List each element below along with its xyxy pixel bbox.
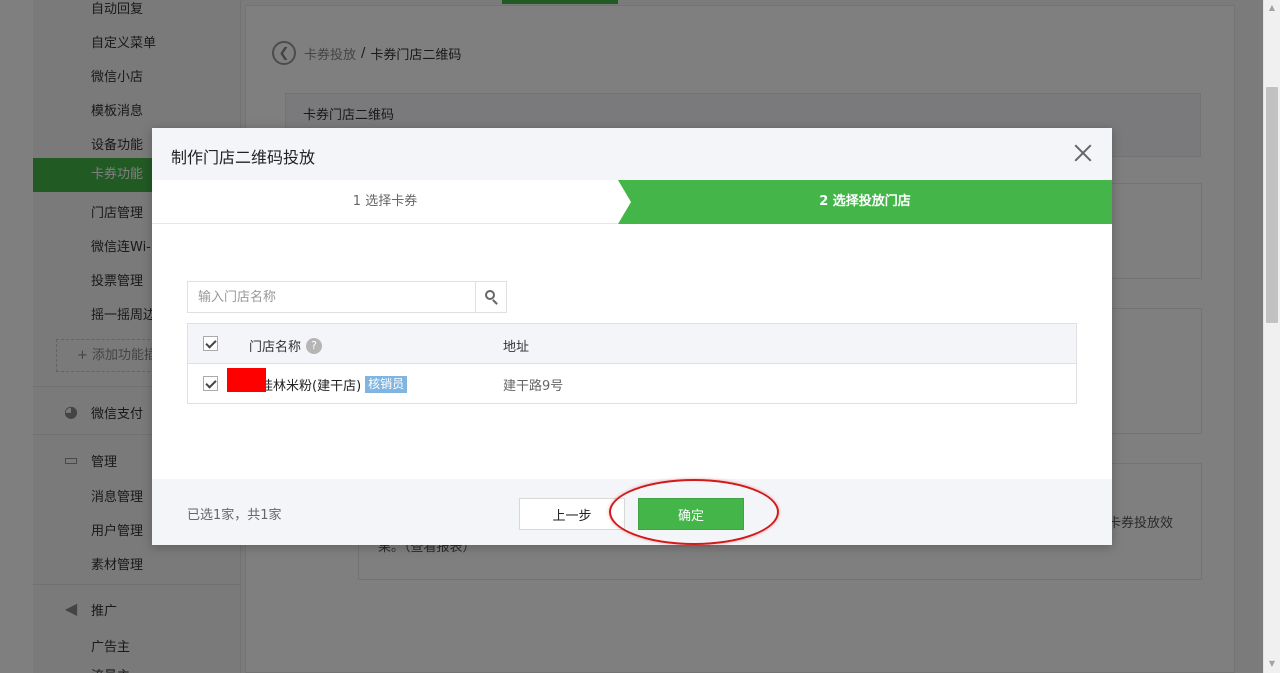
- annotation-highlight-ring: [609, 479, 779, 545]
- dialog-title: 制作门店二维码投放: [171, 148, 316, 167]
- verifier-badge: 核销员: [365, 376, 408, 393]
- selection-count: 已选1家，共1家: [187, 508, 282, 523]
- scroll-up-icon[interactable]: ▲: [1267, 3, 1277, 13]
- select-all-checkbox[interactable]: [203, 336, 218, 351]
- column-header-store-name: 门店名称 ?: [249, 336, 323, 355]
- column-header-address: 地址: [503, 340, 530, 355]
- scrollbar-thumb[interactable]: [1266, 87, 1278, 323]
- store-name-cell: 桂林米粉(建干店) 核销员: [260, 375, 408, 394]
- store-name: 桂林米粉(建干店): [260, 379, 362, 394]
- row-checkbox[interactable]: [203, 376, 218, 391]
- store-search: [187, 281, 507, 313]
- store-search-input[interactable]: [188, 282, 476, 312]
- store-qrcode-dialog: 制作门店二维码投放 1 选择卡券 2 选择投放门店 门店名称 ? 地址 桂林米粉…: [152, 128, 1112, 545]
- table-row[interactable]: 桂林米粉(建干店) 核销员 建干路9号: [188, 364, 1076, 403]
- column-header-label: 门店名称: [249, 340, 302, 355]
- table-header: 门店名称 ? 地址: [188, 324, 1076, 364]
- step-select-store: 2 选择投放门店: [618, 180, 1112, 224]
- redaction-block: [227, 368, 266, 392]
- help-icon[interactable]: ?: [306, 337, 323, 354]
- dialog-header: 制作门店二维码投放: [152, 128, 1112, 180]
- step-select-coupon: 1 选择卡券: [352, 194, 418, 209]
- page-scrollbar[interactable]: ▲ ▼: [1263, 0, 1280, 673]
- store-address: 建干路9号: [503, 379, 564, 394]
- step-arrow: [618, 180, 631, 224]
- scroll-down-icon[interactable]: ▼: [1267, 659, 1277, 669]
- step-indicator: 1 选择卡券 2 选择投放门店: [152, 180, 1112, 224]
- store-table: 门店名称 ? 地址 桂林米粉(建干店) 核销员 建干路9号: [187, 323, 1077, 404]
- search-button[interactable]: [475, 282, 506, 312]
- close-icon[interactable]: [1072, 142, 1094, 164]
